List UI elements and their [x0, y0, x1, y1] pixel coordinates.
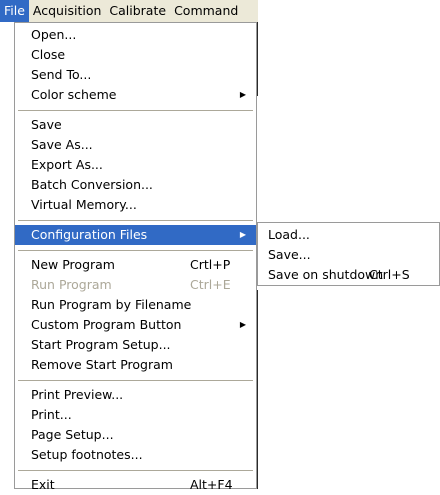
menu-item-label: Send To...: [31, 67, 92, 82]
menu-item-label: Run Program by Filename: [31, 297, 192, 312]
menu-separator: [18, 220, 253, 221]
menu-item-print[interactable]: Print...: [15, 405, 256, 425]
submenu-arrow-icon: ▶: [239, 320, 246, 329]
menu-item-start-program-setup[interactable]: Start Program Setup...: [15, 335, 256, 355]
menu-item-label: Print...: [31, 407, 72, 422]
menubar-command[interactable]: Command: [170, 0, 242, 22]
menu-item-label: New Program: [31, 257, 115, 272]
menu-item-run-program-by-filename[interactable]: Run Program by Filename: [15, 295, 256, 315]
submenu-item-save-on-shutdown[interactable]: Save on shutdown Ctrl+S: [258, 265, 439, 285]
menu-item-label: Run Program: [31, 277, 112, 292]
menu-item-color-scheme[interactable]: Color scheme ▶: [15, 85, 256, 105]
menu-item-label: Save As...: [31, 137, 93, 152]
submenu-item-label: Load...: [268, 227, 310, 242]
submenu-arrow-icon: ▶: [239, 90, 246, 99]
menu-item-batch-conversion[interactable]: Batch Conversion...: [15, 175, 256, 195]
menu-item-label: Exit: [31, 477, 55, 492]
menu-item-send-to[interactable]: Send To...: [15, 65, 256, 85]
menubar-file[interactable]: File: [0, 0, 29, 22]
menu-item-print-preview[interactable]: Print Preview...: [15, 385, 256, 405]
menu-item-label: Batch Conversion...: [31, 177, 153, 192]
submenu-item-shortcut: Ctrl+S: [369, 267, 410, 282]
configuration-files-submenu: Load... Save... Save on shutdown Ctrl+S: [257, 222, 440, 286]
submenu-item-save[interactable]: Save...: [258, 245, 439, 265]
menu-separator: [18, 470, 253, 471]
menu-item-label: Save: [31, 117, 62, 132]
menu-item-label: Configuration Files: [31, 227, 148, 242]
menu-item-page-setup[interactable]: Page Setup...: [15, 425, 256, 445]
menu-separator: [18, 380, 253, 381]
menu-item-label: Remove Start Program: [31, 357, 173, 372]
menu-item-save-as[interactable]: Save As...: [15, 135, 256, 155]
menu-item-label: Start Program Setup...: [31, 337, 171, 352]
menu-bar: File Acquisition Calibrate Command: [0, 0, 258, 22]
menu-separator: [18, 110, 253, 111]
menu-item-label: Close: [31, 47, 66, 62]
menu-item-label: Page Setup...: [31, 427, 114, 442]
submenu-arrow-icon: ▶: [239, 230, 246, 239]
menubar-calibrate[interactable]: Calibrate: [105, 0, 170, 22]
menu-separator: [18, 250, 253, 251]
menubar-acquisition[interactable]: Acquisition: [29, 0, 105, 22]
menu-item-label: Open...: [31, 27, 77, 42]
menu-item-label: Export As...: [31, 157, 103, 172]
submenu-item-label: Save on shutdown: [268, 267, 384, 282]
menu-item-remove-start-program[interactable]: Remove Start Program: [15, 355, 256, 375]
menu-item-export-as[interactable]: Export As...: [15, 155, 256, 175]
menu-item-shortcut: Crtl+P: [190, 257, 231, 272]
menu-item-save[interactable]: Save: [15, 115, 256, 135]
menu-item-label: Custom Program Button: [31, 317, 182, 332]
menu-item-label: Virtual Memory...: [31, 197, 137, 212]
menu-item-shortcut: Ctrl+E: [190, 277, 231, 292]
menu-item-new-program[interactable]: New Program Crtl+P: [15, 255, 256, 275]
menu-item-exit[interactable]: Exit Alt+F4: [15, 475, 256, 495]
submenu-item-load[interactable]: Load...: [258, 225, 439, 245]
menu-item-label: Setup footnotes...: [31, 447, 143, 462]
submenu-item-label: Save...: [268, 247, 311, 262]
file-menu: Open... Close Send To... Color scheme ▶ Save S…: [14, 22, 257, 492]
menu-item-shortcut: Alt+F4: [190, 477, 233, 492]
menu-item-label: Color scheme: [31, 87, 117, 102]
menu-item-close[interactable]: Close: [15, 45, 256, 65]
menu-item-label: Print Preview...: [31, 387, 124, 402]
menu-item-configuration-files[interactable]: Configuration Files ▶: [15, 225, 256, 245]
menu-item-custom-program-button[interactable]: Custom Program Button ▶: [15, 315, 256, 335]
menu-item-setup-footnotes[interactable]: Setup footnotes...: [15, 445, 256, 465]
menu-item-open[interactable]: Open...: [15, 25, 256, 45]
menu-item-run-program[interactable]: Run Program Ctrl+E: [15, 275, 256, 295]
menu-item-virtual-memory[interactable]: Virtual Memory...: [15, 195, 256, 215]
